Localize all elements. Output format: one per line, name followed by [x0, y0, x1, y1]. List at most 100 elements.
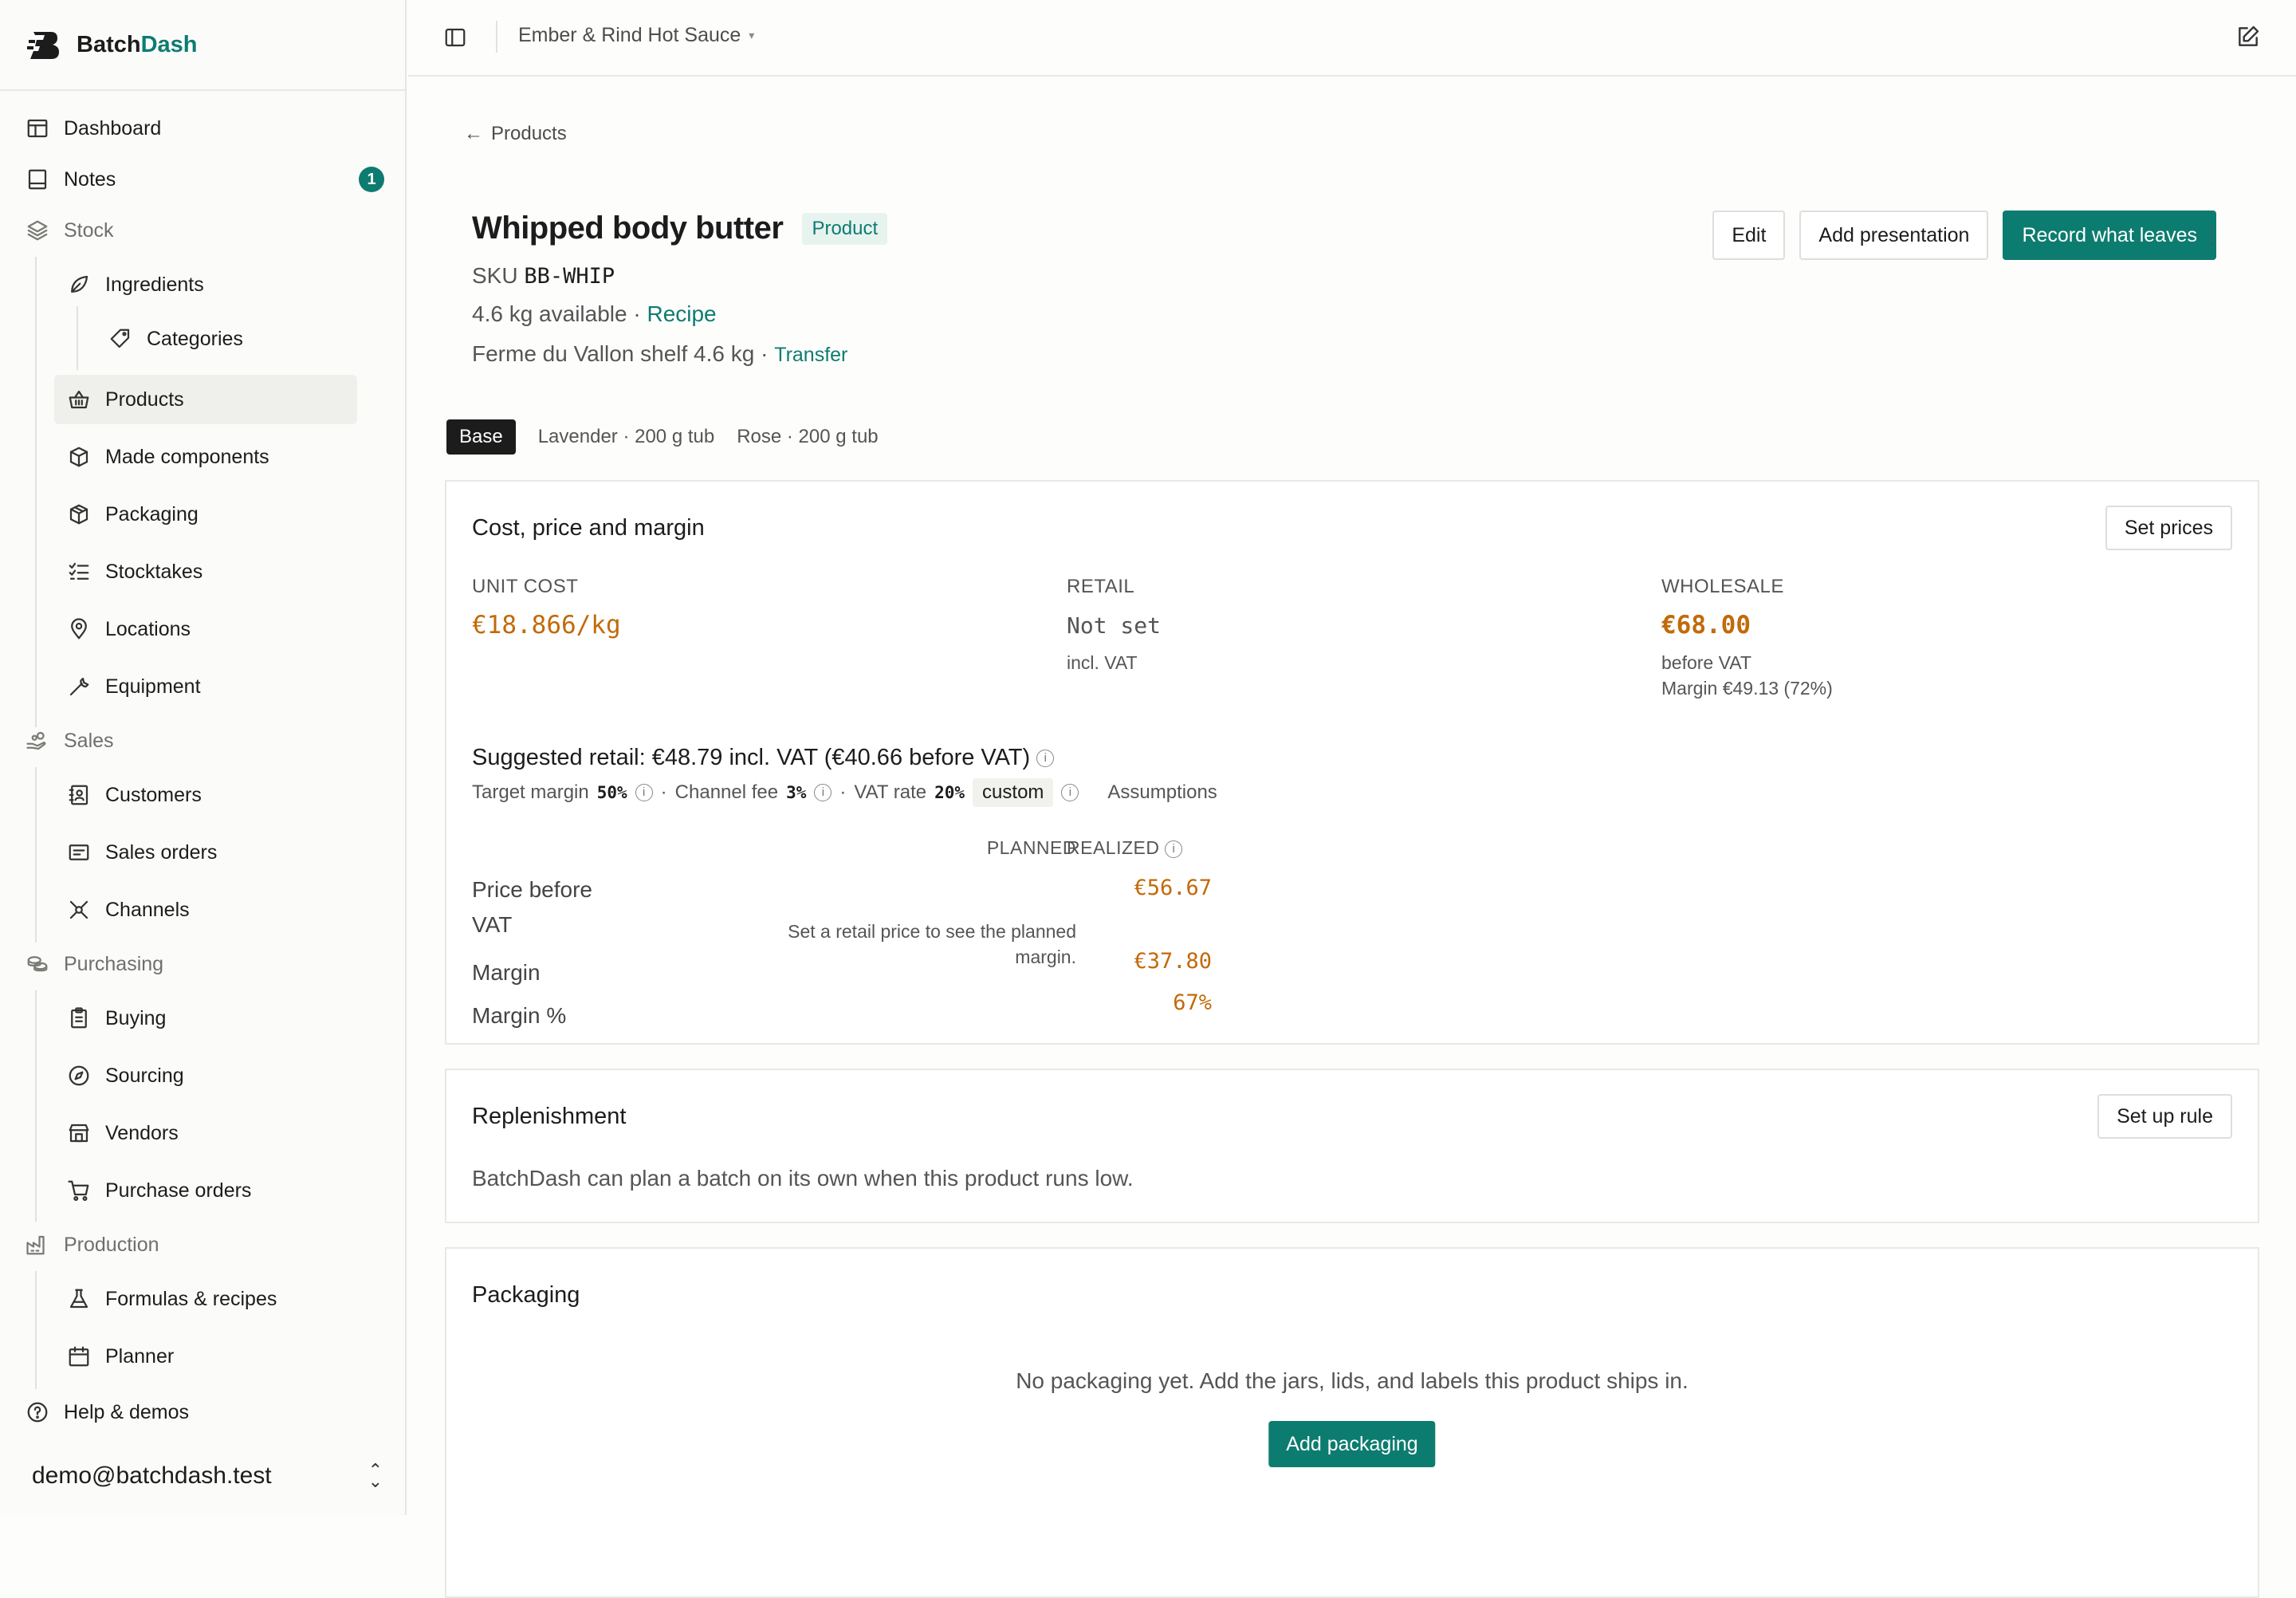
workspace-switcher[interactable]: Ember & Rind Hot Sauce ▾	[518, 24, 754, 47]
nav-label: Planner	[105, 1345, 174, 1368]
info-icon[interactable]: i	[635, 784, 653, 801]
nav-formulas[interactable]: Formulas & recipes	[67, 1277, 354, 1321]
nav-packaging[interactable]: Packaging	[67, 492, 354, 537]
nav-help[interactable]: Help & demos	[26, 1390, 384, 1435]
section-purchasing[interactable]: Purchasing	[26, 942, 163, 986]
section-sales[interactable]: Sales	[26, 718, 114, 763]
map-pin-icon	[67, 617, 91, 641]
nav-vendors[interactable]: Vendors	[67, 1111, 354, 1155]
package-icon	[67, 502, 91, 526]
nav-equipment[interactable]: Equipment	[67, 664, 354, 709]
product-header: Whipped body butter Product	[472, 211, 887, 246]
record-what-leaves-button[interactable]: Record what leaves	[2003, 211, 2216, 260]
edit-button[interactable]: Edit	[1712, 211, 1785, 260]
add-packaging-button[interactable]: Add packaging	[1268, 1421, 1435, 1467]
target-margin-value: 50%	[597, 783, 627, 802]
cart-icon	[67, 1179, 91, 1202]
nav-sourcing[interactable]: Sourcing	[67, 1053, 354, 1098]
info-icon[interactable]: i	[1061, 784, 1079, 801]
info-icon[interactable]: i	[814, 784, 832, 801]
row-margin-pct: Margin %	[472, 1003, 566, 1029]
info-icon[interactable]: i	[1165, 840, 1182, 858]
location-stock: Ferme du Vallon shelf 4.6 kg	[472, 341, 754, 366]
wholesale-sub: before VAT	[1661, 652, 1751, 674]
calendar-icon	[67, 1344, 91, 1368]
set-prices-button[interactable]: Set prices	[2105, 506, 2232, 550]
network-icon	[67, 898, 91, 922]
col-planned-header: PLANNED	[933, 837, 1076, 859]
info-icon[interactable]: i	[1036, 750, 1054, 767]
notes-icon	[26, 167, 49, 191]
sidebar-toggle-icon[interactable]	[443, 26, 467, 49]
divider	[0, 89, 405, 91]
nav-stocktakes[interactable]: Stocktakes	[67, 549, 354, 594]
product-type-badge: Product	[802, 213, 887, 245]
brand-name: BatchDash	[77, 32, 198, 58]
assumptions-link[interactable]: Assumptions	[1107, 781, 1217, 804]
wholesale-value: €68.00	[1661, 611, 1751, 640]
more-options-icon[interactable]: ···	[2204, 223, 2219, 247]
sku-line: SKU BB-WHIP	[472, 263, 615, 289]
packaging-card: Packaging No packaging yet. Add the jars…	[445, 1247, 2259, 1598]
clipboard-icon	[67, 1006, 91, 1030]
row-margin: Margin	[472, 960, 541, 986]
tree-line	[35, 990, 37, 1222]
nav-products[interactable]: Products	[54, 375, 357, 424]
nav-locations[interactable]: Locations	[67, 607, 354, 651]
transfer-link[interactable]: Transfer	[774, 344, 847, 366]
tag-icon	[108, 327, 132, 351]
recipe-link[interactable]: Recipe	[647, 301, 716, 326]
nav-categories[interactable]: Categories	[108, 317, 348, 361]
back-to-products-link[interactable]: ← Products	[464, 123, 567, 145]
leaf-icon	[67, 273, 91, 297]
nav-label: Packaging	[105, 503, 199, 526]
section-production[interactable]: Production	[26, 1222, 159, 1267]
nav-made-components[interactable]: Made components	[67, 435, 354, 479]
nav-notes[interactable]: Notes 1	[26, 157, 384, 202]
separator: ·	[633, 301, 640, 326]
nav-planner[interactable]: Planner	[67, 1334, 354, 1379]
wholesale-margin: Margin €49.13 (72%)	[1661, 678, 1833, 699]
row-price-before-vat: Price beforeVAT	[472, 872, 592, 943]
user-menu[interactable]: demo@batchdash.test ⌃⌄	[32, 1456, 383, 1496]
location-line: Ferme du Vallon shelf 4.6 kg · Transfer	[472, 341, 847, 367]
compose-icon[interactable]	[2235, 24, 2261, 49]
nav-label: Products	[105, 388, 184, 411]
variant-tab-base[interactable]: Base	[446, 419, 516, 455]
help-circle-icon	[26, 1400, 49, 1424]
nav-ingredients[interactable]: Ingredients	[67, 262, 354, 307]
variant-tab-rose[interactable]: Rose · 200 g tub	[737, 426, 878, 448]
nav-label: Categories	[147, 328, 243, 351]
sku-value: BB-WHIP	[524, 264, 615, 289]
suggested-retail-text: Suggested retail: €48.79 incl. VAT (€40.…	[472, 745, 1030, 770]
nav-dashboard[interactable]: Dashboard	[26, 106, 384, 151]
nav-label: Made components	[105, 446, 269, 469]
nav-channels[interactable]: Channels	[67, 888, 354, 932]
nav-label: Ingredients	[105, 274, 204, 297]
nav-buying[interactable]: Buying	[67, 996, 354, 1041]
realized-margin-value: €37.80	[1108, 949, 1212, 974]
contact-book-icon	[67, 783, 91, 807]
caret-down-icon: ▾	[749, 29, 754, 42]
add-presentation-button[interactable]: Add presentation	[1799, 211, 1988, 260]
availability-line: 4.6 kg available · Recipe	[472, 301, 717, 327]
nav-purchase-orders[interactable]: Purchase orders	[67, 1168, 354, 1213]
section-stock[interactable]: Stock	[26, 208, 114, 253]
box-icon	[67, 445, 91, 469]
dashboard-icon	[26, 116, 49, 140]
nav-label: Locations	[105, 618, 191, 641]
nav-label: Equipment	[105, 675, 201, 699]
vat-rate-value: 20%	[934, 783, 965, 802]
available-qty: 4.6 kg available	[472, 301, 627, 326]
nav-customers[interactable]: Customers	[67, 773, 354, 817]
coins-icon	[26, 952, 49, 976]
brand[interactable]: BatchDash	[27, 26, 198, 64]
set-up-rule-button[interactable]: Set up rule	[2097, 1094, 2232, 1139]
compass-icon	[67, 1064, 91, 1088]
nav-sales-orders[interactable]: Sales orders	[67, 830, 354, 875]
replenishment-card: Replenishment Set up rule BatchDash can …	[445, 1069, 2259, 1223]
arrow-left-icon: ←	[464, 123, 483, 145]
variant-tab-lavender[interactable]: Lavender · 200 g tub	[538, 426, 715, 448]
packaging-empty-message: No packaging yet. Add the jars, lids, an…	[446, 1368, 2258, 1394]
section-label: Production	[64, 1234, 159, 1257]
